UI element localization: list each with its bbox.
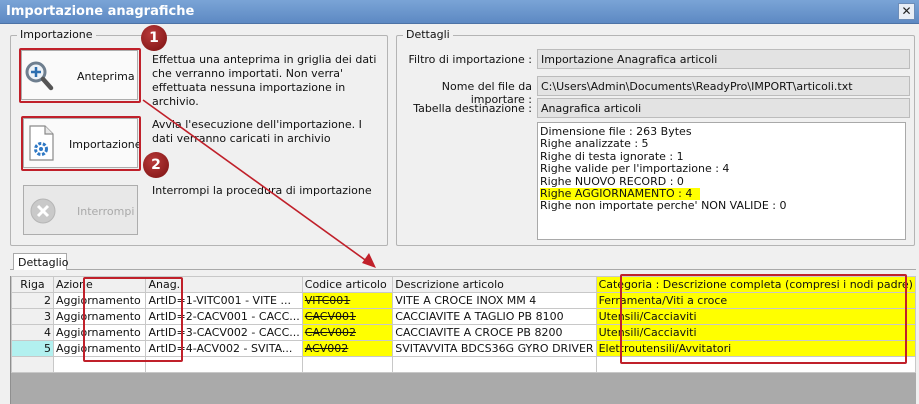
title-bar: Importazione anagrafiche ✕ — [0, 0, 919, 24]
cell-codice: ACV002 — [301, 340, 394, 357]
step-badge-2: 2 — [143, 152, 169, 178]
import-stats-box: Dimensione file : 263 Bytes Righe analiz… — [537, 122, 906, 240]
cell-codice: VITC001 — [301, 292, 394, 309]
col-header-riga[interactable]: Riga — [11, 276, 54, 293]
close-icon: ✕ — [901, 4, 912, 18]
import-description: Avvia l'esecuzione dell'importazione. I … — [152, 118, 362, 145]
cell-descrizione: CACCIAVITE A TAGLIO PB 8100 — [392, 308, 597, 325]
tab-strip-line — [10, 269, 916, 270]
annotation-box-azione-column — [83, 277, 183, 362]
col-header-descrizione[interactable]: Descrizione articolo — [392, 276, 597, 293]
stop-button[interactable]: Interrompi — [23, 185, 138, 235]
filter-field: Importazione Anagrafica articoli — [537, 49, 910, 69]
preview-description: Effettua una anteprima in griglia dei da… — [152, 53, 377, 108]
annotation-box-categoria-column — [620, 274, 907, 364]
row-number: 2 — [11, 292, 54, 309]
col-header-codice[interactable]: Codice articolo — [301, 276, 394, 293]
stop-description: Interrompi la procedura di importazione — [152, 184, 372, 197]
stat-valid-rows: Righe valide per l'importazione : 4 — [540, 162, 730, 176]
cancel-circle-icon — [29, 197, 57, 228]
table-field: Anagrafica articoli — [537, 98, 910, 118]
cell-descrizione: CACCIAVITE A CROCE PB 8200 — [392, 324, 597, 341]
cell-codice: CACV001 — [301, 308, 394, 325]
step-badge-1: 1 — [141, 25, 167, 51]
row-number: 3 — [11, 308, 54, 325]
table-label: Tabella destinazione : — [413, 102, 532, 115]
close-button[interactable]: ✕ — [898, 3, 915, 20]
annotation-box-preview — [19, 48, 141, 103]
cell-descrizione: SVITAVVITA BDCS36G GYRO DRIVER — [392, 340, 597, 357]
stat-analyzed-rows: Righe analizzate : 5 — [540, 137, 649, 151]
file-field: C:\Users\Admin\Documents\ReadyPro\IMPORT… — [537, 76, 910, 96]
row-number: 5 — [11, 340, 54, 357]
import-group-legend: Importazione — [17, 28, 96, 41]
tab-dettaglio[interactable]: Dettaglio — [13, 253, 68, 270]
cell-descrizione: VITE A CROCE INOX MM 4 — [392, 292, 597, 309]
annotation-box-import — [21, 116, 141, 171]
details-group-legend: Dettagli — [403, 28, 453, 41]
cell-codice: CACV002 — [301, 324, 394, 341]
row-number: 4 — [11, 324, 54, 341]
stop-button-label: Interrompi — [77, 205, 135, 218]
window-title: Importazione anagrafiche — [6, 4, 195, 19]
stat-invalid-rows: Righe non importate perche' NON VALIDE :… — [540, 199, 787, 213]
filter-label: Filtro di importazione : — [408, 53, 532, 66]
